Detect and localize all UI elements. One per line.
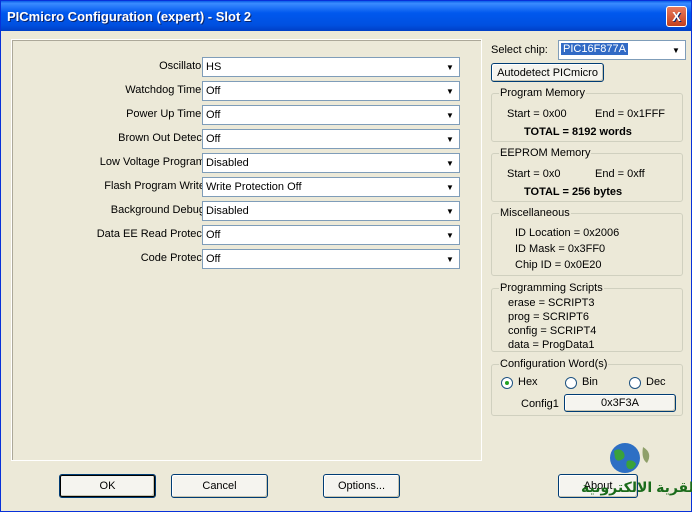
oscillator-label: Oscillator:	[159, 60, 208, 72]
radio-hex[interactable]	[501, 377, 513, 389]
chevron-down-icon[interactable]: ▼	[442, 251, 458, 267]
brownout-value: Off	[206, 133, 221, 145]
config-row-lvp: Low Voltage Program: Disabled ▼	[12, 153, 472, 173]
config-word-title: Configuration Word(s)	[499, 358, 609, 370]
chevron-down-icon[interactable]: ▼	[442, 107, 458, 123]
config-dialog: PICmicro Configuration (expert) - Slot 2…	[0, 0, 692, 512]
scripts-title: Programming Scripts	[499, 282, 604, 294]
radio-bin-label[interactable]: Bin	[582, 376, 598, 388]
codeprotect-value: Off	[206, 253, 221, 265]
program-memory-group: Program Memory Start = 0x00 End = 0x1FFF…	[491, 87, 683, 142]
misc-group: Miscellaneous ID Location = 0x2006 ID Ma…	[491, 207, 683, 276]
bgdebug-label: Background Debug:	[110, 204, 208, 216]
chevron-down-icon[interactable]: ▼	[442, 155, 458, 171]
config-row-watchdog: Watchdog Timer: Off ▼	[12, 81, 472, 101]
window-title: PICmicro Configuration (expert) - Slot 2	[7, 8, 252, 24]
chip-id: Chip ID = 0x0E20	[515, 259, 602, 271]
watchdog-select[interactable]: Off ▼	[202, 81, 460, 101]
powerup-label: Power Up Timer:	[126, 108, 208, 120]
radio-dec[interactable]	[629, 377, 641, 389]
chevron-down-icon[interactable]: ▼	[442, 59, 458, 75]
watchdog-value: Off	[206, 85, 221, 97]
chevron-down-icon[interactable]: ▼	[442, 131, 458, 147]
flashwrite-value: Write Protection Off	[206, 181, 302, 193]
programming-scripts-group: Programming Scripts erase = SCRIPT3 prog…	[491, 282, 683, 352]
codeprotect-select[interactable]: Off ▼	[202, 249, 460, 269]
powerup-value: Off	[206, 109, 221, 121]
chip-value: PIC16F877A	[561, 43, 628, 55]
radio-hex-label[interactable]: Hex	[518, 376, 538, 388]
config-row-oscillator: Oscillator: HS ▼	[12, 57, 472, 77]
eeprom-memory-total: TOTAL = 256 bytes	[524, 186, 623, 198]
config-row-codeprotect: Code Protect: Off ▼	[12, 249, 472, 269]
chevron-down-icon[interactable]: ▼	[442, 227, 458, 243]
flashwrite-label: Flash Program Write:	[104, 180, 208, 192]
oscillator-value: HS	[206, 61, 222, 73]
script-data: data = ProgData1	[508, 339, 595, 351]
watermark-text: القرية الالكترونية	[581, 479, 692, 495]
id-location: ID Location = 0x2006	[515, 227, 620, 239]
config-row-dataee: Data EE Read Protect: Off ▼	[12, 225, 472, 245]
eeprom-memory-title: EEPROM Memory	[499, 147, 592, 159]
close-icon: X	[672, 9, 681, 24]
chevron-down-icon[interactable]: ▼	[442, 179, 458, 195]
config-row-brownout: Brown Out Detect: Off ▼	[12, 129, 472, 149]
bgdebug-value: Disabled	[206, 205, 249, 217]
program-memory-start: Start = 0x00	[507, 108, 567, 120]
dataee-select[interactable]: Off ▼	[202, 225, 460, 245]
lvp-value: Disabled	[206, 157, 249, 169]
cancel-button[interactable]: Cancel	[171, 474, 268, 498]
config-settings-panel: Oscillator: HS ▼ Watchdog Timer: Off ▼ P…	[11, 39, 482, 461]
dataee-value: Off	[206, 229, 221, 241]
select-chip-label: Select chip:	[491, 44, 548, 56]
ok-button[interactable]: OK	[59, 474, 156, 498]
chip-select[interactable]: PIC16F877A ▼	[558, 40, 686, 60]
oscillator-select[interactable]: HS ▼	[202, 57, 460, 77]
radio-dec-label[interactable]: Dec	[646, 376, 666, 388]
radio-bin[interactable]	[565, 377, 577, 389]
codeprotect-label: Code Protect:	[140, 252, 208, 264]
dataee-label: Data EE Read Protect:	[96, 228, 208, 240]
flashwrite-select[interactable]: Write Protection Off ▼	[202, 177, 460, 197]
script-prog: prog = SCRIPT6	[508, 311, 590, 323]
brownout-label: Brown Out Detect:	[118, 132, 208, 144]
program-memory-total: TOTAL = 8192 words	[524, 126, 632, 138]
program-memory-end: End = 0x1FFF	[595, 108, 666, 120]
brownout-select[interactable]: Off ▼	[202, 129, 460, 149]
script-config: config = SCRIPT4	[508, 325, 597, 337]
eeprom-memory-group: EEPROM Memory Start = 0x0 End = 0xff TOT…	[491, 147, 683, 202]
lvp-select[interactable]: Disabled ▼	[202, 153, 460, 173]
config-word-group: Configuration Word(s) Hex Bin Dec Config…	[491, 358, 683, 416]
bgdebug-select[interactable]: Disabled ▼	[202, 201, 460, 221]
config-row-powerup: Power Up Timer: Off ▼	[12, 105, 472, 125]
config-row-flashwrite: Flash Program Write: Write Protection Of…	[12, 177, 472, 197]
title-bar: PICmicro Configuration (expert) - Slot 2…	[1, 1, 691, 31]
powerup-select[interactable]: Off ▼	[202, 105, 460, 125]
config-row-bgdebug: Background Debug: Disabled ▼	[12, 201, 472, 221]
config1-label: Config1	[521, 398, 559, 410]
script-erase: erase = SCRIPT3	[508, 297, 595, 309]
misc-title: Miscellaneous	[499, 207, 571, 219]
lvp-label: Low Voltage Program:	[99, 156, 208, 168]
autodetect-button[interactable]: Autodetect PICmicro	[491, 63, 604, 82]
id-mask: ID Mask = 0x3FF0	[515, 243, 606, 255]
eeprom-memory-end: End = 0xff	[595, 168, 645, 180]
options-button[interactable]: Options...	[323, 474, 400, 498]
eeprom-memory-start: Start = 0x0	[507, 168, 561, 180]
close-button[interactable]: X	[666, 6, 687, 27]
chevron-down-icon[interactable]: ▼	[442, 83, 458, 99]
config1-value-button[interactable]: 0x3F3A	[564, 394, 676, 412]
program-memory-title: Program Memory	[499, 87, 586, 99]
chevron-down-icon[interactable]: ▼	[668, 42, 684, 58]
watchdog-label: Watchdog Timer:	[125, 84, 208, 96]
chevron-down-icon[interactable]: ▼	[442, 203, 458, 219]
